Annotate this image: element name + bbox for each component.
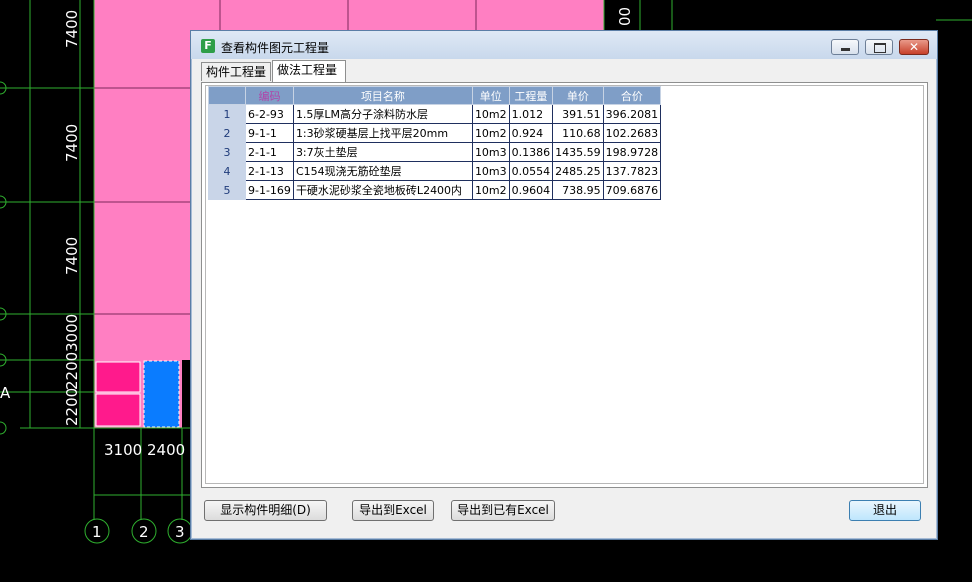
cell-total-price[interactable]: 198.9728 (602, 142, 662, 162)
dialog-title: 查看构件图元工程量 (221, 41, 330, 55)
dim-7400-3: 7400 (63, 237, 81, 275)
row-number: 4 (208, 161, 246, 181)
dim-3000: 3000 (63, 314, 81, 352)
cell-code[interactable]: 2-1-13 (245, 161, 294, 181)
minimize-icon (832, 40, 858, 54)
table-row[interactable]: 4 2-1-13 C154现浇无筋砼垫层 10m3 0.0554 2485.25… (208, 161, 662, 181)
header-total-price[interactable]: 合价 (602, 86, 662, 105)
cell-item-name[interactable]: 1:3砂浆硬基层上找平层20mm (292, 123, 473, 143)
cell-unit[interactable]: 10m2 (471, 180, 510, 200)
cell-unit-price[interactable]: 2485.25 (552, 161, 604, 181)
cell-item-name[interactable]: C154现浇无筋砼垫层 (292, 161, 473, 181)
table-row[interactable]: 5 9-1-169 干硬水泥砂浆全瓷地板砖L2400内 10m2 0.9604 … (208, 180, 662, 200)
dim-7400-2: 7400 (63, 124, 81, 162)
table-row[interactable]: 2 9-1-1 1:3砂浆硬基层上找平层20mm 10m2 0.924 110.… (208, 123, 662, 143)
export-excel-button[interactable]: 导出到Excel (352, 500, 434, 521)
axis-bubble-3: 3 (175, 523, 185, 541)
cell-unit[interactable]: 10m2 (471, 123, 510, 143)
selected-blue-element (143, 360, 180, 428)
header-code[interactable]: 编码 (245, 86, 294, 105)
cell-quantity[interactable]: 0.9604 (508, 180, 554, 200)
cell-unit-price[interactable]: 110.68 (552, 123, 604, 143)
header-unit-price[interactable]: 单价 (552, 86, 604, 105)
cell-quantity[interactable]: 0.0554 (508, 161, 554, 181)
dim-2200-1: 2200 (63, 352, 81, 390)
magenta-block-bottom (95, 393, 141, 427)
cell-unit[interactable]: 10m3 (471, 142, 510, 162)
dim-7400-1: 7400 (63, 10, 81, 48)
cell-code[interactable]: 9-1-169 (245, 180, 294, 200)
dialog-titlebar[interactable]: F 查看构件图元工程量 ✕ (191, 31, 937, 59)
header-quantity[interactable]: 工程量 (508, 86, 554, 105)
cell-unit-price[interactable]: 391.51 (552, 104, 604, 124)
minimize-button[interactable] (831, 39, 859, 55)
row-number: 5 (208, 180, 246, 200)
row-number: 2 (208, 123, 246, 143)
tab-method-quantity[interactable]: 做法工程量 (272, 60, 346, 82)
tab-panel: 编码 项目名称 单位 工程量 单价 合价 1 6-2-93 1.5厚LM高分子涂… (201, 82, 928, 488)
cell-item-name[interactable]: 1.5厚LM高分子涂料防水层 (292, 104, 473, 124)
dim-2200-2: 2200 (63, 388, 81, 426)
app-logo-icon: F (201, 39, 215, 53)
cell-code[interactable]: 9-1-1 (245, 123, 294, 143)
cell-unit-price[interactable]: 1435.59 (552, 142, 604, 162)
magenta-block-top (95, 361, 141, 393)
header-item-name[interactable]: 项目名称 (292, 86, 473, 105)
cell-unit[interactable]: 10m3 (471, 161, 510, 181)
axis-bubble-2: 2 (139, 523, 149, 541)
cell-code[interactable]: 2-1-1 (245, 142, 294, 162)
maximize-button[interactable] (865, 39, 893, 55)
row-number-header (208, 86, 246, 105)
cell-item-name[interactable]: 3:7灰土垫层 (292, 142, 473, 162)
cell-total-price[interactable]: 709.6876 (602, 180, 662, 200)
tab-component-quantity[interactable]: 构件工程量 (201, 62, 271, 81)
table-header-row: 编码 项目名称 单位 工程量 单价 合价 (208, 86, 662, 105)
cell-code[interactable]: 6-2-93 (245, 104, 294, 124)
maximize-icon (866, 40, 892, 54)
button-bar: 显示构件明细(D) 导出到Excel 导出到已有Excel 退出 (191, 497, 937, 529)
close-icon: ✕ (908, 40, 920, 54)
quantity-dialog: F 查看构件图元工程量 ✕ 构件工程量 做法工程量 编码 项目名称 单位 工程量… (190, 30, 938, 540)
axis-bubble-1: 1 (92, 523, 102, 541)
export-existing-excel-button[interactable]: 导出到已有Excel (451, 500, 555, 521)
row-number: 1 (208, 104, 246, 124)
axis-letter-a: A (0, 384, 11, 402)
row-number: 3 (208, 142, 246, 162)
table-row[interactable]: 1 6-2-93 1.5厚LM高分子涂料防水层 10m2 1.012 391.5… (208, 104, 662, 124)
close-button[interactable]: ✕ (899, 39, 929, 55)
show-component-detail-button[interactable]: 显示构件明细(D) (204, 500, 327, 521)
cell-total-price[interactable]: 102.2683 (602, 123, 662, 143)
header-unit[interactable]: 单位 (471, 86, 510, 105)
cell-quantity[interactable]: 1.012 (508, 104, 554, 124)
cell-total-price[interactable]: 137.7823 (602, 161, 662, 181)
cell-unit-price[interactable]: 738.95 (552, 180, 604, 200)
table-container[interactable]: 编码 项目名称 单位 工程量 单价 合价 1 6-2-93 1.5厚LM高分子涂… (205, 85, 924, 484)
cell-unit[interactable]: 10m2 (471, 104, 510, 124)
cell-item-name[interactable]: 干硬水泥砂浆全瓷地板砖L2400内 (292, 180, 473, 200)
dim-3100: 3100 (104, 441, 142, 459)
quantity-table: 编码 项目名称 单位 工程量 单价 合价 1 6-2-93 1.5厚LM高分子涂… (208, 86, 662, 200)
dim-top-right: 00 (616, 7, 634, 26)
dim-2400: 2400 (147, 441, 185, 459)
cell-total-price[interactable]: 396.2081 (602, 104, 662, 124)
cell-quantity[interactable]: 0.924 (508, 123, 554, 143)
table-row[interactable]: 3 2-1-1 3:7灰土垫层 10m3 0.1386 1435.59 198.… (208, 142, 662, 162)
exit-button[interactable]: 退出 (849, 500, 921, 521)
cell-quantity[interactable]: 0.1386 (508, 142, 554, 162)
